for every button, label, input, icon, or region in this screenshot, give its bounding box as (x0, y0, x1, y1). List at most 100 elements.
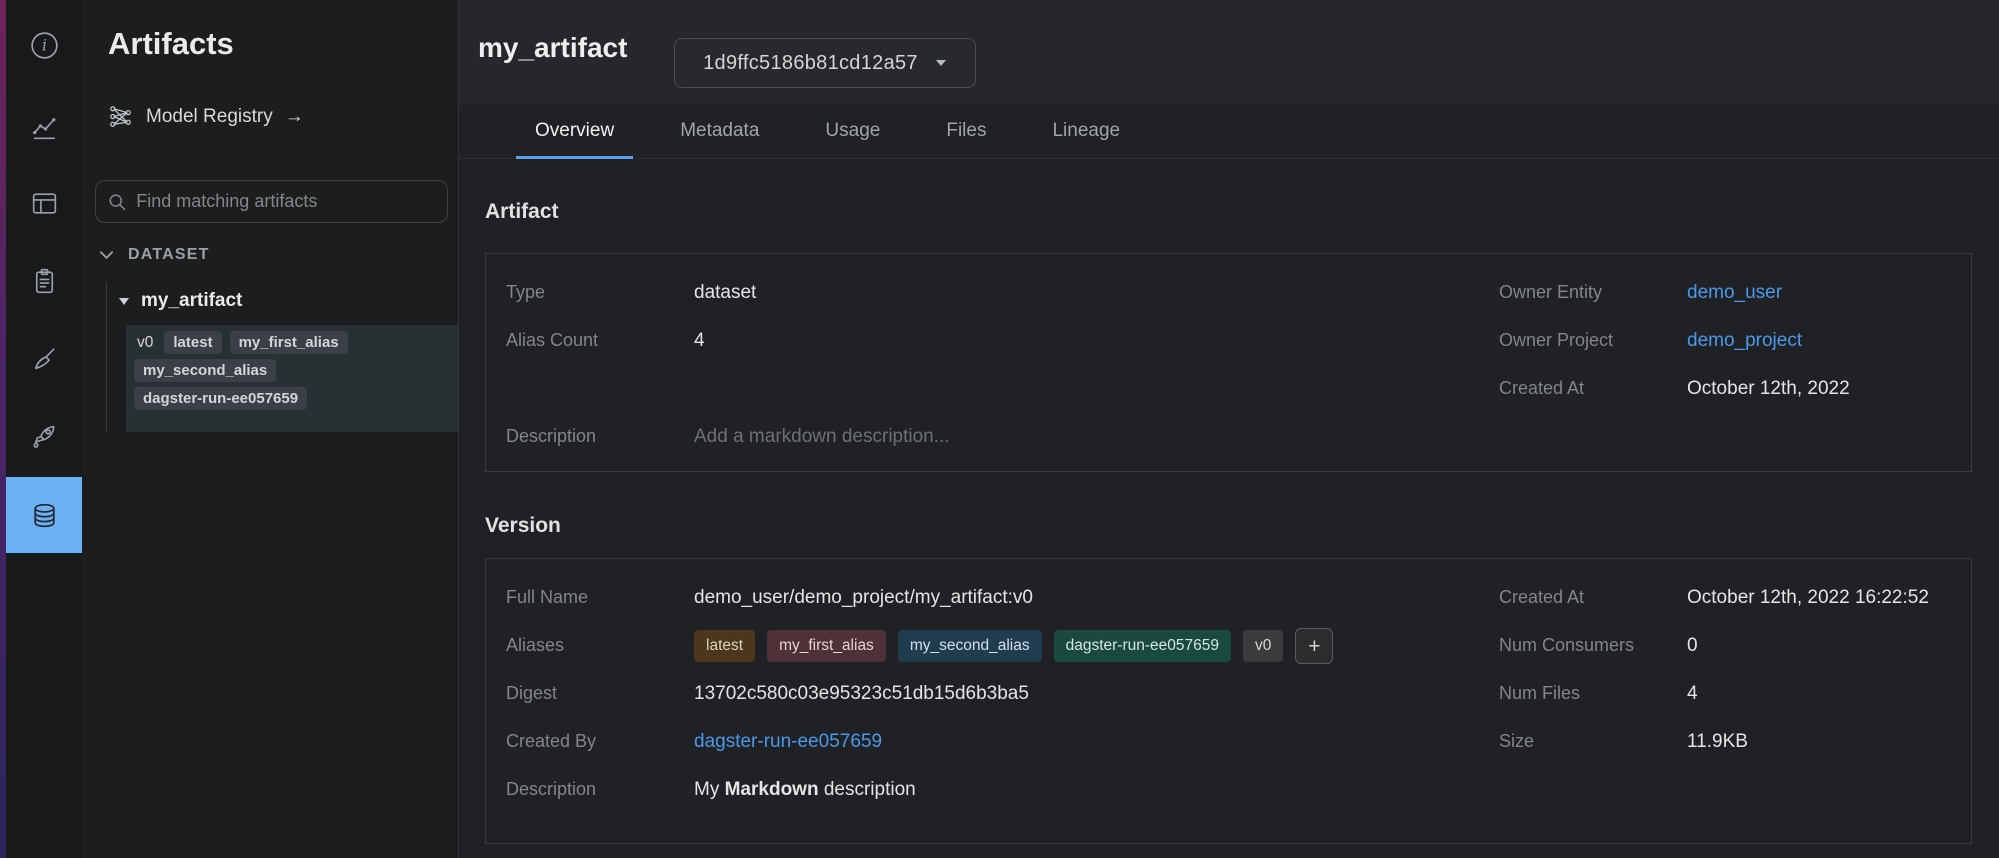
row-num-files: Num Files 4 (1499, 683, 1954, 731)
row-label: Owner Project (1499, 330, 1687, 351)
database-icon (28, 499, 61, 532)
tree-guide-line (106, 282, 107, 432)
alias-badge-v0[interactable]: v0 (1243, 630, 1283, 662)
rail-item-info[interactable]: i (6, 16, 82, 74)
version-section-title: Version (485, 514, 561, 538)
tree-item-my-artifact[interactable]: my_artifact (118, 290, 242, 312)
table-icon (28, 187, 61, 220)
num-consumers-value: 0 (1687, 635, 1698, 657)
version-id: 1d9ffc5186b81cd12a57 (703, 52, 918, 75)
row-size: Size 11.9KB (1499, 731, 1954, 779)
row-created-at: Created At October 12th, 2022 (1499, 378, 1954, 426)
alias-count-value: 4 (694, 330, 705, 352)
svg-text:i: i (42, 36, 47, 54)
row-label: Aliases (506, 635, 694, 656)
row-owner-project: Owner Project demo_project (1499, 330, 1954, 378)
search-icon (108, 192, 126, 212)
description-text: description (819, 779, 916, 800)
row-description: Description Add a markdown description..… (506, 426, 1466, 474)
created-by-link[interactable]: dagster-run-ee057659 (694, 731, 882, 753)
clipboard-icon (28, 265, 61, 298)
line-chart-icon (28, 112, 61, 145)
version-select-dropdown[interactable]: 1d9ffc5186b81cd12a57 (674, 38, 976, 88)
owner-entity-link[interactable]: demo_user (1687, 282, 1782, 304)
model-registry-icon (107, 103, 134, 130)
alias-badge-dagster-run[interactable]: dagster-run-ee057659 (1054, 630, 1231, 662)
row-version-created-at: Created At October 12th, 2022 16:22:52 (1499, 587, 1954, 635)
row-num-consumers: Num Consumers 0 (1499, 635, 1954, 683)
version-panel: Full Name demo_user/demo_project/my_arti… (485, 558, 1972, 844)
row-owner-entity: Owner Entity demo_user (1499, 282, 1954, 330)
row-label: Digest (506, 683, 694, 704)
owner-project-link[interactable]: demo_project (1687, 330, 1802, 352)
row-label: Size (1499, 731, 1687, 752)
alias-badges: latest my_first_alias my_second_alias da… (694, 628, 1333, 664)
type-value: dataset (694, 282, 756, 304)
row-label: Created At (1499, 587, 1687, 608)
row-label: Created At (1499, 378, 1687, 399)
full-name-value: demo_user/demo_project/my_artifact:v0 (694, 587, 1033, 609)
row-label: Full Name (506, 587, 694, 608)
row-label: Num Consumers (1499, 635, 1687, 656)
row-label: Num Files (1499, 683, 1687, 704)
tab-overview[interactable]: Overview (516, 105, 633, 159)
info-icon: i (28, 29, 61, 62)
rail-item-artifacts[interactable] (6, 477, 82, 553)
search-input[interactable] (136, 191, 435, 212)
add-alias-button[interactable]: + (1295, 628, 1333, 664)
rail-item-reports[interactable] (6, 252, 82, 310)
version-description-value: My Markdown description (694, 779, 916, 801)
tab-metadata[interactable]: Metadata (661, 105, 778, 159)
alias-pill: my_first_alias (230, 331, 348, 354)
dropdown-caret-icon (935, 59, 947, 67)
row-label: Alias Count (506, 330, 694, 351)
row-aliases: Aliases latest my_first_alias my_second_… (506, 635, 1466, 683)
tab-lineage[interactable]: Lineage (1033, 105, 1139, 159)
row-spacer (506, 378, 1466, 426)
model-registry-label: Model Registry (146, 106, 273, 128)
page-title: my_artifact (478, 32, 627, 64)
main-content: my_artifact 1d9ffc5186b81cd12a57 Overvie… (459, 0, 1999, 858)
arrow-right-icon: → (285, 106, 304, 128)
alias-pill: dagster-run-ee057659 (134, 387, 307, 410)
alias-badge-latest[interactable]: latest (694, 630, 755, 662)
alias-badge-my-second-alias[interactable]: my_second_alias (898, 630, 1042, 662)
tree-section-label: DATASET (128, 246, 210, 264)
model-registry-link[interactable]: Model Registry → (107, 103, 304, 130)
tree-item-version-v0[interactable]: v0 latest my_first_alias my_second_alias… (126, 325, 458, 432)
rail-item-tables[interactable] (6, 174, 82, 232)
row-digest: Digest 13702c580c03e95323c51db15d6b3ba5 (506, 683, 1466, 731)
row-label: Owner Entity (1499, 282, 1687, 303)
tree-artifact-label: my_artifact (141, 290, 242, 312)
artifact-header: my_artifact 1d9ffc5186b81cd12a57 (459, 0, 1999, 105)
row-label: Description (506, 426, 694, 447)
tab-bar: Overview Metadata Usage Files Lineage (459, 105, 1999, 159)
rail-item-sweeps[interactable] (6, 329, 82, 387)
rail-item-launch[interactable] (6, 407, 82, 465)
rail-item-workspace[interactable] (6, 99, 82, 157)
tab-files[interactable]: Files (927, 105, 1005, 159)
sidebar-title: Artifacts (108, 26, 234, 62)
row-alias-count: Alias Count 4 (506, 330, 1466, 378)
rocket-icon (28, 420, 61, 453)
version-prefix: v0 (134, 334, 156, 352)
tree-section-dataset[interactable]: DATASET (99, 246, 210, 264)
row-label: Description (506, 779, 694, 800)
created-at-value: October 12th, 2022 (1687, 378, 1850, 400)
alias-pill: my_second_alias (134, 359, 276, 382)
artifact-search-box (95, 180, 448, 223)
size-value: 11.9KB (1687, 731, 1748, 753)
row-created-by: Created By dagster-run-ee057659 (506, 731, 1466, 779)
chevron-down-icon (99, 250, 114, 260)
left-nav-rail: i (0, 0, 82, 858)
alias-badge-my-first-alias[interactable]: my_first_alias (767, 630, 886, 662)
row-label: Type (506, 282, 694, 303)
artifacts-sidebar: Artifacts Model Registry → DATASET my_ar… (82, 0, 459, 858)
row-label: Created By (506, 731, 694, 752)
tab-usage[interactable]: Usage (806, 105, 899, 159)
description-placeholder[interactable]: Add a markdown description... (694, 426, 950, 448)
caret-down-icon (118, 297, 130, 306)
row-version-description: Description My Markdown description (506, 779, 1466, 827)
description-bold-text: Markdown (725, 779, 819, 800)
description-text: My (694, 779, 725, 800)
